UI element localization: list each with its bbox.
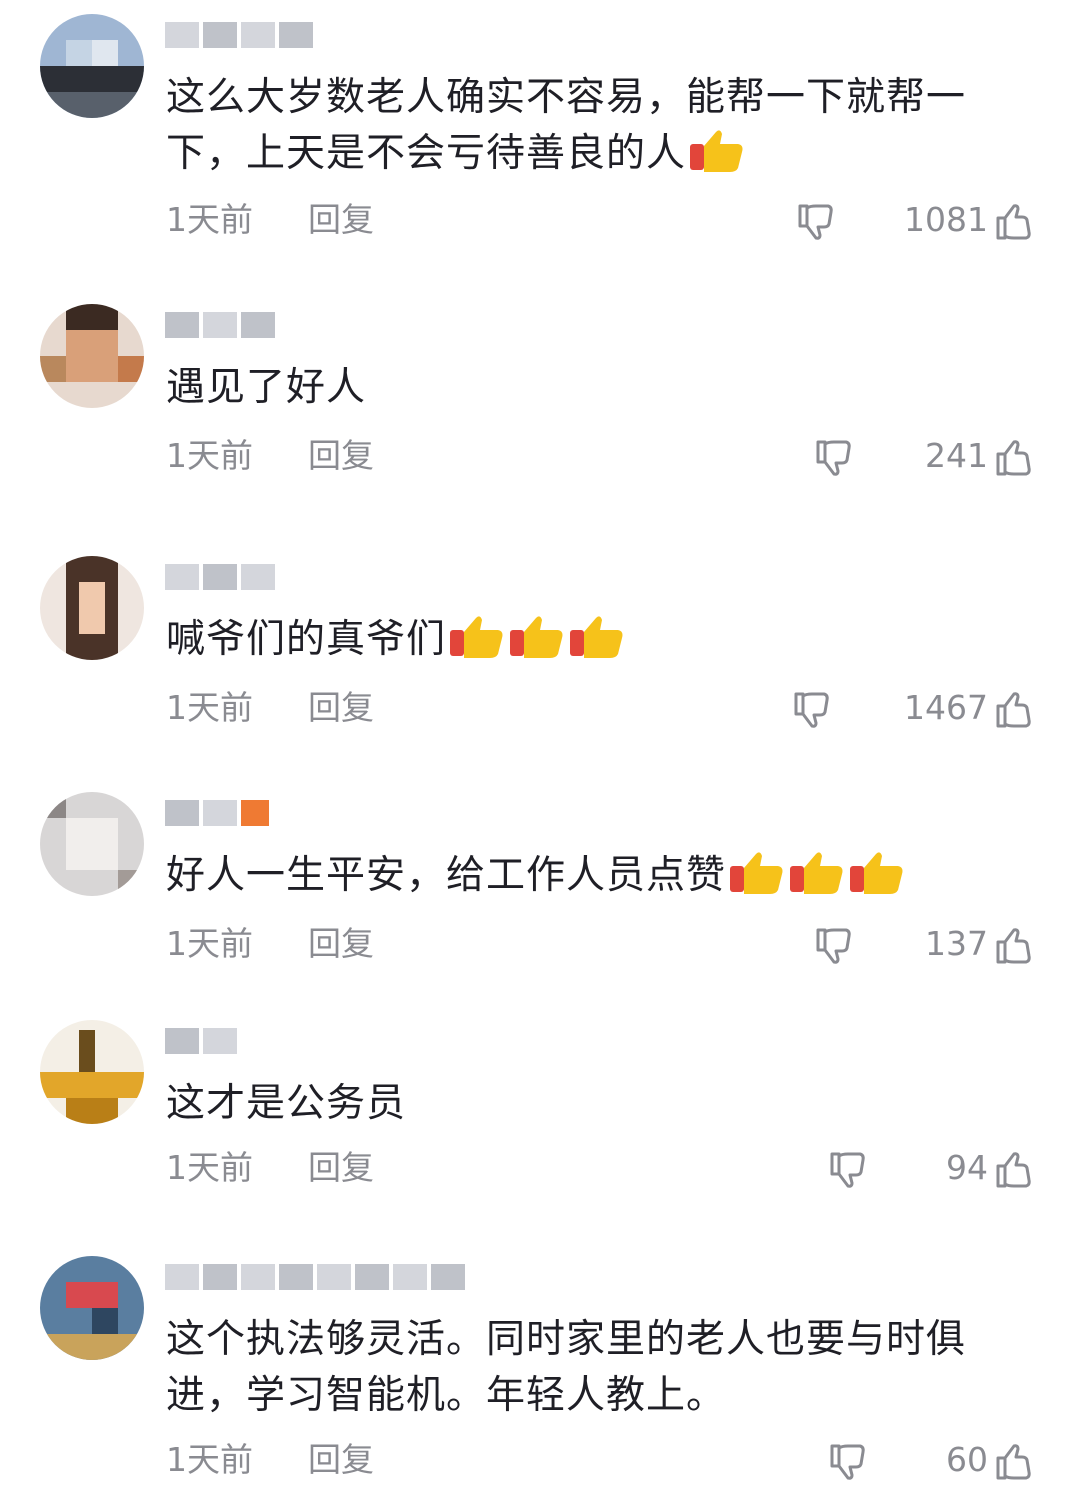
- avatar[interactable]: [40, 792, 144, 896]
- username-blurred[interactable]: [165, 1262, 465, 1292]
- comment-meta: 1天前 回复: [166, 200, 374, 240]
- comment-text-content: 遇见了好人: [166, 365, 367, 410]
- thumbs-down-icon[interactable]: [814, 926, 854, 966]
- comment-text-content: 这才是公务员: [166, 1081, 407, 1126]
- thumbs-up-emoji-icon: [450, 616, 503, 658]
- username-blurred[interactable]: [165, 798, 269, 828]
- reply-button[interactable]: 回复: [308, 924, 374, 964]
- like-count: 94: [946, 1148, 988, 1187]
- thumbs-up-emoji-icon: [570, 616, 623, 658]
- comment-meta: 1天前 回复: [166, 436, 374, 476]
- thumbs-up-emoji-icon: [510, 616, 563, 658]
- avatar[interactable]: [40, 1020, 144, 1124]
- comment-text-content: 这么大岁数老人确实不容易，能帮一下就帮一下，上天是不会亏待善良的人: [166, 75, 967, 176]
- timestamp: 1天前: [166, 924, 253, 963]
- thumbs-up-emoji-icon: [690, 130, 743, 172]
- comment-text: 好人一生平安，给工作人员点赞: [166, 848, 1026, 904]
- like-count: 241: [925, 436, 988, 475]
- like-count: 60: [946, 1440, 988, 1479]
- username-blurred[interactable]: [165, 20, 313, 50]
- comment-text: 喊爷们的真爷们: [166, 612, 1026, 668]
- thumbs-up-icon[interactable]: [994, 202, 1034, 242]
- username-blurred[interactable]: [165, 1026, 237, 1056]
- timestamp: 1天前: [166, 200, 253, 239]
- thumbs-down-icon[interactable]: [828, 1150, 868, 1190]
- thumbs-up-icon[interactable]: [994, 1150, 1034, 1190]
- comment-text-content: 喊爷们的真爷们: [166, 617, 447, 662]
- like-count: 137: [925, 924, 988, 963]
- reply-button[interactable]: 回复: [308, 436, 374, 476]
- avatar[interactable]: [40, 14, 144, 118]
- reply-button[interactable]: 回复: [308, 200, 374, 240]
- reply-button[interactable]: 回复: [308, 1148, 374, 1188]
- thumbs-up-emoji-icon: [730, 852, 783, 894]
- avatar[interactable]: [40, 1256, 144, 1360]
- thumbs-up-icon[interactable]: [994, 1442, 1034, 1482]
- username-blurred[interactable]: [165, 562, 275, 592]
- comment-meta: 1天前 回复: [166, 924, 374, 964]
- avatar[interactable]: [40, 556, 144, 660]
- thumbs-down-icon[interactable]: [814, 438, 854, 478]
- thumbs-up-emoji-icon: [850, 852, 903, 894]
- thumbs-up-icon[interactable]: [994, 438, 1034, 478]
- timestamp: 1天前: [166, 1148, 253, 1187]
- comment-text-content: 这个执法够灵活。同时家里的老人也要与时俱进，学习智能机。年轻人教上。: [166, 1317, 967, 1418]
- thumbs-down-icon[interactable]: [796, 202, 836, 242]
- username-blurred[interactable]: [165, 310, 275, 340]
- timestamp: 1天前: [166, 436, 253, 475]
- comment-text: 这个执法够灵活。同时家里的老人也要与时俱进，学习智能机。年轻人教上。: [166, 1312, 1026, 1424]
- like-count: 1081: [904, 200, 988, 239]
- thumbs-down-icon[interactable]: [828, 1442, 868, 1482]
- comment-meta: 1天前 回复: [166, 1148, 374, 1188]
- comment-text-content: 好人一生平安，给工作人员点赞: [166, 853, 727, 898]
- timestamp: 1天前: [166, 688, 253, 727]
- avatar[interactable]: [40, 304, 144, 408]
- like-count: 1467: [904, 688, 988, 727]
- thumbs-up-icon[interactable]: [994, 690, 1034, 730]
- comment-meta: 1天前 回复: [166, 688, 374, 728]
- comment-text: 这么大岁数老人确实不容易，能帮一下就帮一下，上天是不会亏待善良的人: [166, 70, 1026, 182]
- comment-text: 这才是公务员: [166, 1076, 1026, 1132]
- thumbs-up-icon[interactable]: [994, 926, 1034, 966]
- reply-button[interactable]: 回复: [308, 688, 374, 728]
- comment-text: 遇见了好人: [166, 360, 1026, 416]
- reply-button[interactable]: 回复: [308, 1440, 374, 1480]
- timestamp: 1天前: [166, 1440, 253, 1479]
- thumbs-up-emoji-icon: [790, 852, 843, 894]
- comment-meta: 1天前 回复: [166, 1440, 374, 1480]
- thumbs-down-icon[interactable]: [792, 690, 832, 730]
